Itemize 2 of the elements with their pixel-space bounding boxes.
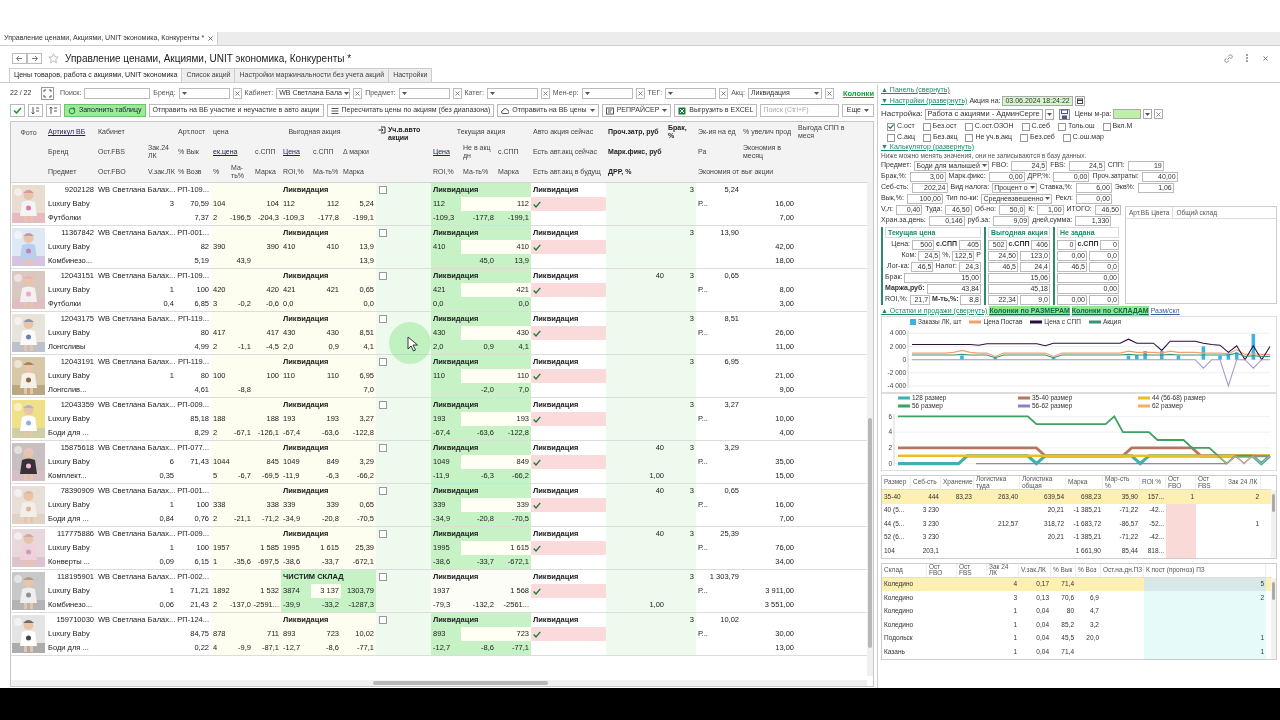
page-title: Управление ценами, Акциями, UNIT экономика, Конкуренты * [65,51,352,66]
field-label: Настройка: [881,108,923,120]
